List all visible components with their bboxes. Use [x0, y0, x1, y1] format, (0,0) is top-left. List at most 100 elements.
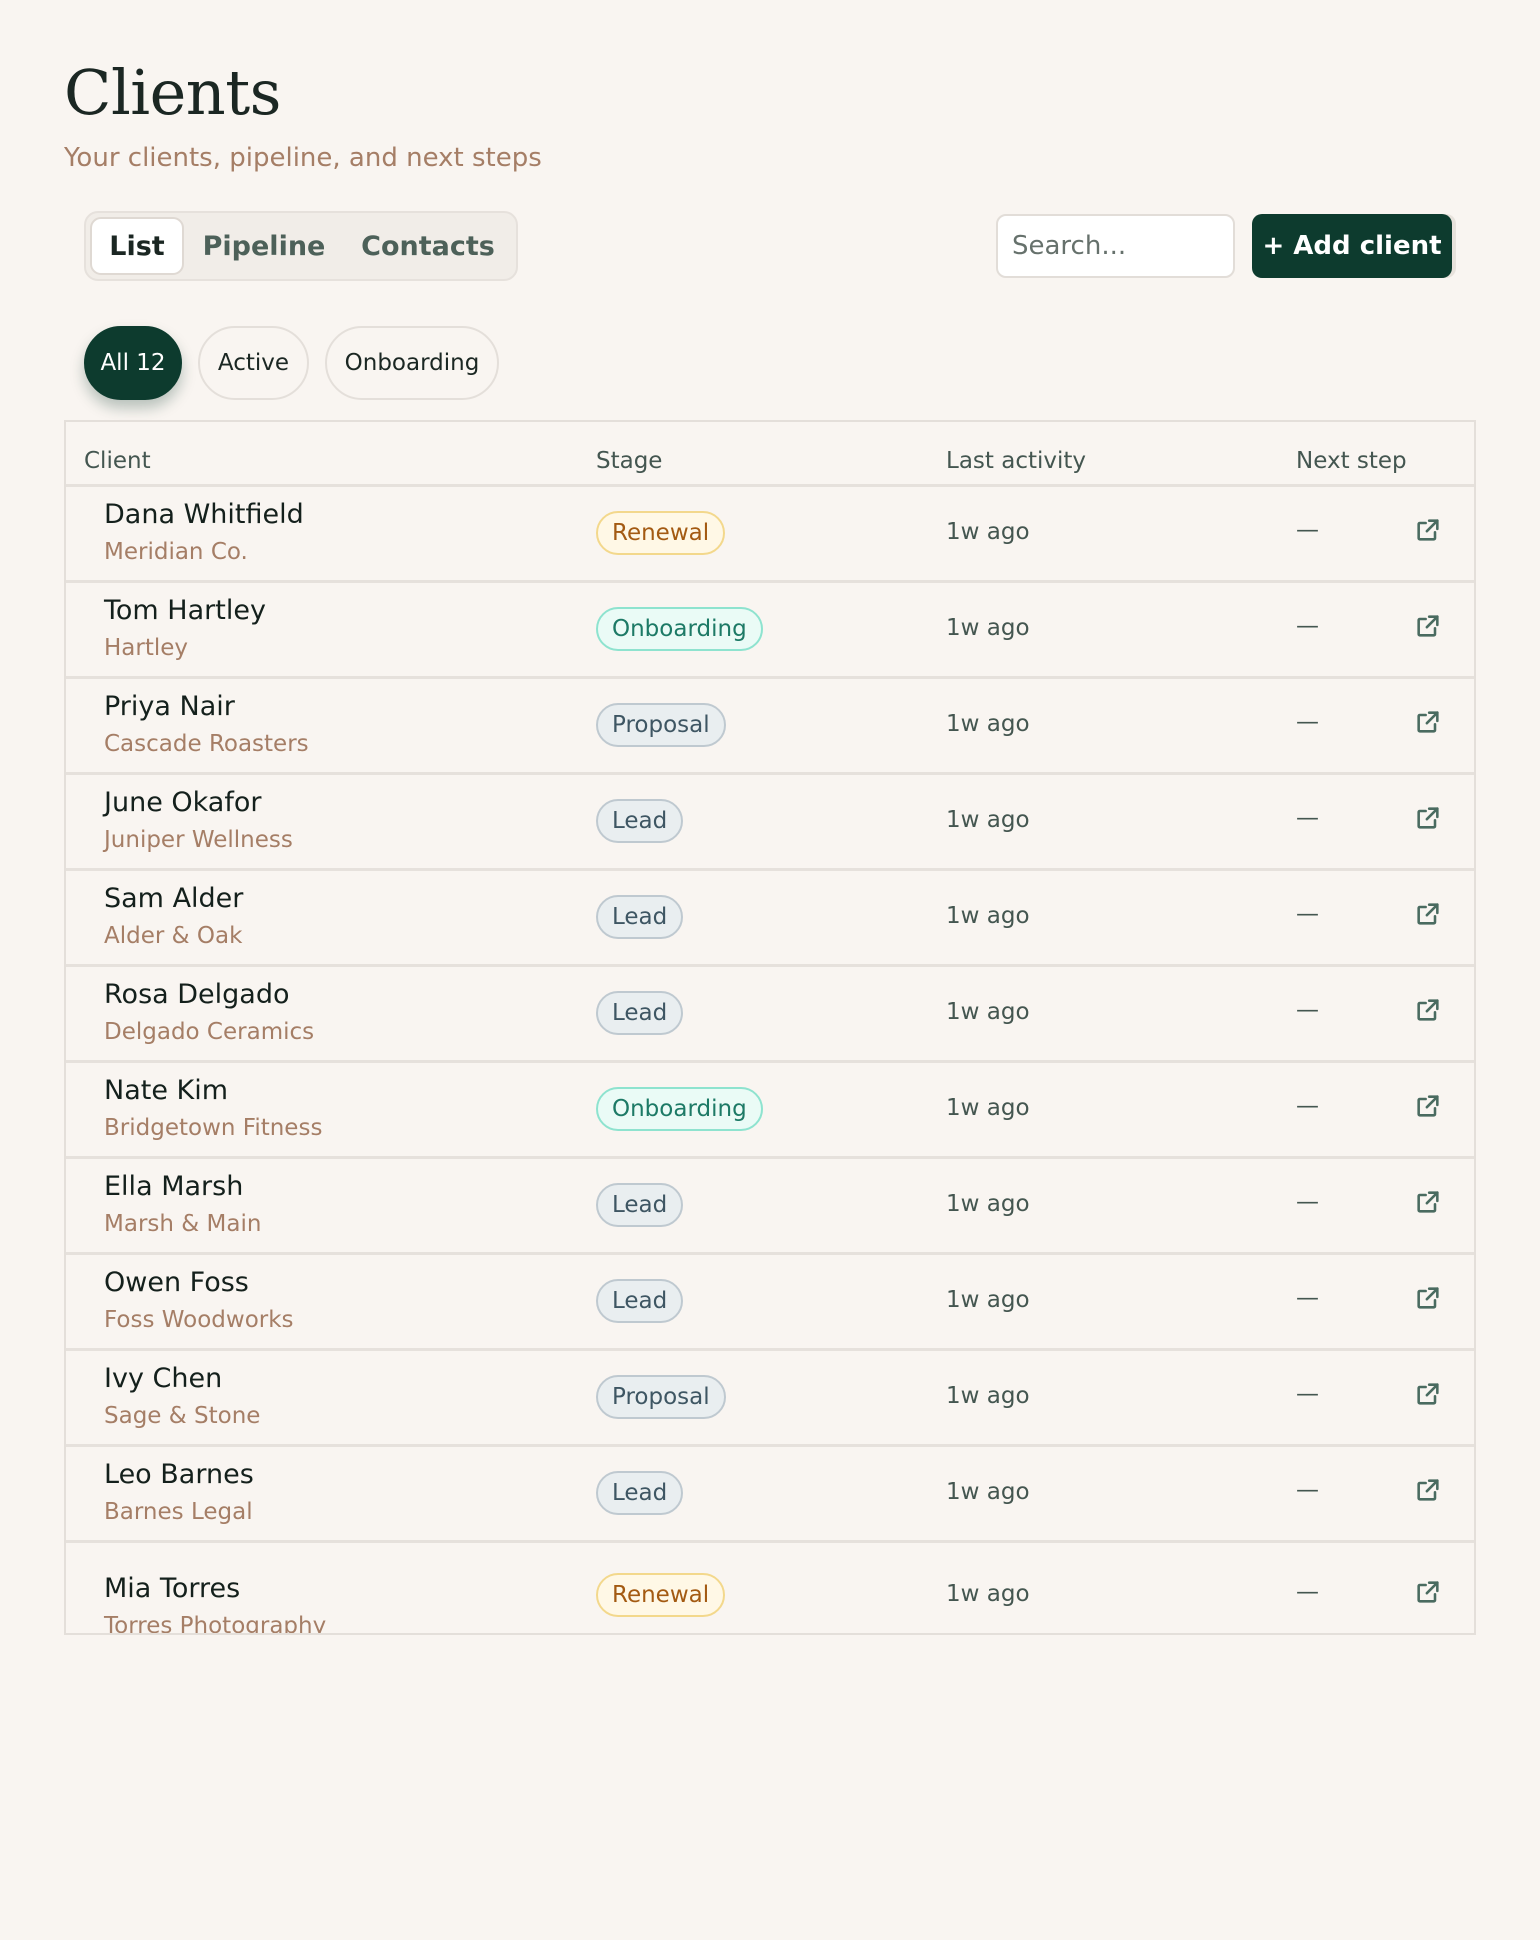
last-activity: 1w ago	[946, 1287, 1030, 1313]
client-name: Owen Foss	[104, 1267, 249, 1298]
last-activity: 1w ago	[946, 999, 1030, 1025]
last-activity: 1w ago	[946, 807, 1030, 833]
client-name: Priya Nair	[104, 691, 235, 722]
table-row[interactable]: Tom Hartley Hartley Onboarding 1w ago —	[66, 583, 1474, 679]
table-row[interactable]: Sam Alder Alder & Oak Lead 1w ago —	[66, 871, 1474, 967]
tab-list[interactable]: List	[90, 217, 184, 275]
column-stage: Stage	[596, 448, 663, 474]
table-row[interactable]: Mia Torres Torres Photography Renewal 1w ag…	[66, 1543, 1474, 1635]
client-name: Mia Torres	[104, 1573, 241, 1604]
page-subtitle: Your clients, pipeline, and next steps	[64, 143, 542, 173]
client-name: Rosa Delgado	[104, 979, 290, 1010]
client-name: Dana Whitfield	[104, 499, 304, 530]
client-company: Barnes Legal	[104, 1499, 253, 1525]
stage-badge: Lead	[596, 1183, 684, 1227]
last-activity: 1w ago	[946, 1383, 1030, 1409]
client-name: Sam Alder	[104, 883, 244, 914]
client-company: Sage & Stone	[104, 1403, 261, 1429]
tab-pipeline[interactable]: Pipeline	[184, 217, 344, 275]
external-link-icon[interactable]	[1414, 1476, 1442, 1504]
filter-all[interactable]: All 12	[84, 326, 182, 400]
tab-contacts[interactable]: Contacts	[344, 217, 512, 275]
next-step: —	[1296, 517, 1319, 543]
client-name: June Okafor	[104, 787, 262, 818]
stage-badge: Renewal	[596, 511, 726, 555]
stage-badge: Lead	[596, 991, 684, 1035]
next-step: —	[1296, 1381, 1319, 1407]
client-company: Marsh & Main	[104, 1211, 262, 1237]
column-next-step: Next step	[1296, 448, 1407, 474]
filter-onboarding[interactable]: Onboarding	[325, 326, 499, 400]
next-step: —	[1296, 901, 1319, 927]
external-link-icon[interactable]	[1414, 1188, 1442, 1216]
next-step: —	[1296, 1477, 1319, 1503]
client-name: Ivy Chen	[104, 1363, 223, 1394]
external-link-icon[interactable]	[1414, 1380, 1442, 1408]
external-link-icon[interactable]	[1414, 1092, 1442, 1120]
client-company: Delgado Ceramics	[104, 1019, 315, 1045]
last-activity: 1w ago	[946, 615, 1030, 641]
stage-badge: Renewal	[596, 1573, 726, 1617]
client-name: Nate Kim	[104, 1075, 229, 1106]
client-company: Meridian Co.	[104, 539, 248, 565]
stage-badge: Lead	[596, 1471, 684, 1515]
search-input[interactable]	[996, 214, 1235, 278]
external-link-icon[interactable]	[1414, 996, 1442, 1024]
last-activity: 1w ago	[946, 1479, 1030, 1505]
view-tabs: List Pipeline Contacts	[84, 211, 518, 281]
external-link-icon[interactable]	[1414, 516, 1442, 544]
clients-table: Client Stage Last activity Next step Dan…	[64, 420, 1476, 1635]
last-activity: 1w ago	[946, 711, 1030, 737]
next-step: —	[1296, 805, 1319, 831]
table-header: Client Stage Last activity Next step	[66, 422, 1474, 487]
client-name: Ella Marsh	[104, 1171, 244, 1202]
client-company: Juniper Wellness	[104, 827, 293, 853]
table-row[interactable]: Owen Foss Foss Woodworks Lead 1w ago —	[66, 1255, 1474, 1351]
stage-badge: Lead	[596, 1279, 684, 1323]
external-link-icon[interactable]	[1414, 1284, 1442, 1312]
client-company: Torres Photography	[104, 1613, 327, 1635]
filter-chips: All 12 Active Onboarding	[84, 326, 515, 400]
stage-badge: Proposal	[596, 1375, 726, 1419]
table-row[interactable]: Dana Whitfield Meridian Co. Renewal 1w ago —	[66, 487, 1474, 583]
last-activity: 1w ago	[946, 1095, 1030, 1121]
next-step: —	[1296, 613, 1319, 639]
external-link-icon[interactable]	[1414, 708, 1442, 736]
table-row[interactable]: Leo Barnes Barnes Legal Lead 1w ago —	[66, 1447, 1474, 1543]
external-link-icon[interactable]	[1414, 1578, 1442, 1606]
stage-badge: Onboarding	[596, 607, 763, 651]
filter-active[interactable]: Active	[198, 326, 309, 400]
client-company: Cascade Roasters	[104, 731, 309, 757]
table-row[interactable]: Nate Kim Bridgetown Fitness Onboarding 1w a…	[66, 1063, 1474, 1159]
table-body: Dana Whitfield Meridian Co. Renewal 1w ago —…	[66, 487, 1474, 1635]
table-row[interactable]: Ella Marsh Marsh & Main Lead 1w ago —	[66, 1159, 1474, 1255]
stage-badge: Onboarding	[596, 1087, 763, 1131]
client-company: Bridgetown Fitness	[104, 1115, 323, 1141]
page-title: Clients	[64, 56, 281, 129]
last-activity: 1w ago	[946, 1581, 1030, 1607]
client-name: Tom Hartley	[104, 595, 266, 626]
client-name: Leo Barnes	[104, 1459, 254, 1490]
next-step: —	[1296, 1093, 1319, 1119]
column-client: Client	[84, 448, 151, 474]
table-row[interactable]: Rosa Delgado Delgado Ceramics Lead 1w ago —	[66, 967, 1474, 1063]
client-company: Hartley	[104, 635, 189, 661]
next-step: —	[1296, 1285, 1319, 1311]
external-link-icon[interactable]	[1414, 612, 1442, 640]
stage-badge: Lead	[596, 799, 684, 843]
last-activity: 1w ago	[946, 519, 1030, 545]
table-row[interactable]: June Okafor Juniper Wellness Lead 1w ago —	[66, 775, 1474, 871]
client-company: Foss Woodworks	[104, 1307, 294, 1333]
last-activity: 1w ago	[946, 903, 1030, 929]
external-link-icon[interactable]	[1414, 900, 1442, 928]
next-step: —	[1296, 1579, 1319, 1605]
table-row[interactable]: Priya Nair Cascade Roasters Proposal 1w ago…	[66, 679, 1474, 775]
stage-badge: Lead	[596, 895, 684, 939]
table-row[interactable]: Ivy Chen Sage & Stone Proposal 1w ago —	[66, 1351, 1474, 1447]
last-activity: 1w ago	[946, 1191, 1030, 1217]
stage-badge: Proposal	[596, 703, 726, 747]
next-step: —	[1296, 709, 1319, 735]
external-link-icon[interactable]	[1414, 804, 1442, 832]
next-step: —	[1296, 997, 1319, 1023]
add-client-button[interactable]: + Add client	[1252, 214, 1452, 278]
